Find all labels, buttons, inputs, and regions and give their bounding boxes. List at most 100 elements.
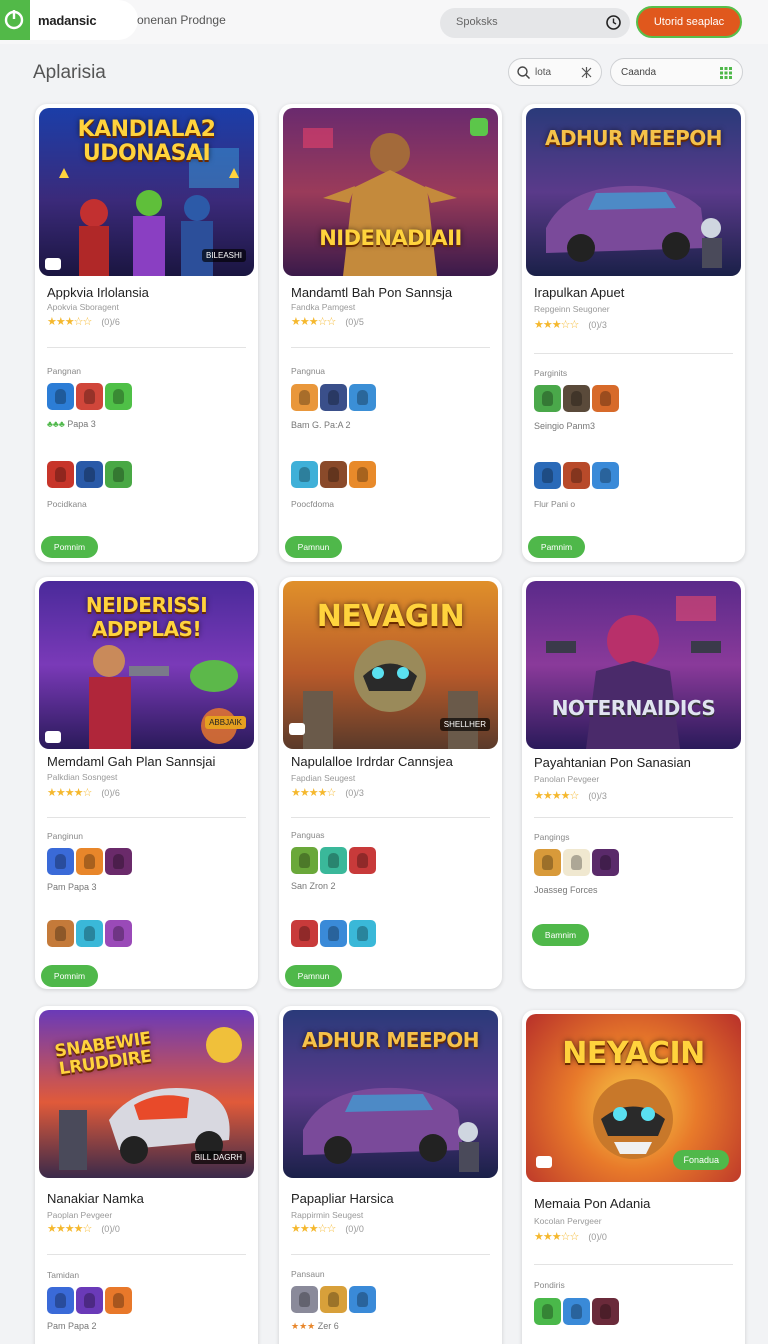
- developer-name: Fandka Pamgest: [291, 302, 356, 312]
- game-thumb-icon[interactable]: [534, 849, 561, 876]
- caption-text: Zer 6: [317, 1321, 339, 1331]
- game-title[interactable]: Papapliar Harsica: [291, 1191, 394, 1206]
- game-card[interactable]: ADHUR MEEPOH Papapliar Harsica Rappirmin…: [279, 1006, 502, 1344]
- game-card[interactable]: NEVAGIN SHELLHER Napulalloe Irdrdar Cann…: [279, 577, 502, 989]
- caption: Pam Papa 3: [47, 882, 97, 892]
- stars: ★★★☆☆: [47, 316, 92, 328]
- game-thumb-icon[interactable]: [563, 1298, 590, 1325]
- cover-pill-button[interactable]: Fonadua: [673, 1150, 729, 1170]
- game-thumb-icon[interactable]: [291, 847, 318, 874]
- section-label: Panginun: [47, 831, 83, 841]
- game-thumb-icon[interactable]: [320, 461, 347, 488]
- filter-input[interactable]: lota: [508, 58, 602, 86]
- game-cover-image[interactable]: KANDIALA2 UDONASAI BILEASHI: [39, 108, 254, 276]
- game-card[interactable]: KANDIALA2 UDONASAI BILEASHI Appkvia Irlo…: [35, 104, 258, 562]
- game-thumb-icon[interactable]: [349, 384, 376, 411]
- game-thumb-icon[interactable]: [76, 848, 103, 875]
- game-thumb-icon[interactable]: [76, 461, 103, 488]
- game-title[interactable]: Nanakiar Namka: [47, 1191, 144, 1206]
- game-thumb-icon[interactable]: [47, 848, 74, 875]
- game-thumb-icon[interactable]: [47, 1287, 74, 1314]
- game-thumb-icon[interactable]: [291, 920, 318, 947]
- rating-count: (0)/3: [588, 320, 607, 330]
- game-thumb-icon[interactable]: [592, 1298, 619, 1325]
- game-title[interactable]: Napulalloe Irdrdar Cannsjea: [291, 754, 453, 769]
- game-cover-image[interactable]: NIDENADIAII: [283, 108, 498, 276]
- game-thumb-icon[interactable]: [291, 461, 318, 488]
- game-card[interactable]: NEYACIN Fonadua Memaia Pon Adania Kocola…: [522, 1010, 745, 1344]
- game-thumb-icon[interactable]: [349, 920, 376, 947]
- game-cover-image[interactable]: ADHUR MEEPOH: [526, 108, 741, 276]
- game-thumb-icon[interactable]: [76, 1287, 103, 1314]
- game-thumb-icon[interactable]: [320, 920, 347, 947]
- game-thumb-icon[interactable]: [105, 461, 132, 488]
- related-icons: [291, 384, 376, 411]
- play-button[interactable]: Pomnim: [41, 965, 98, 987]
- play-button[interactable]: Pamnun: [285, 536, 342, 558]
- game-cover-image[interactable]: NEYACIN Fonadua: [526, 1014, 741, 1182]
- brand-logo[interactable]: madansic: [0, 0, 138, 40]
- game-title[interactable]: Memaia Pon Adania: [534, 1196, 650, 1211]
- game-cover-image[interactable]: NOTERNAIDICS: [526, 581, 741, 749]
- game-thumb-icon[interactable]: [320, 1286, 347, 1313]
- rating-count: (0)/0: [101, 1224, 120, 1234]
- game-title[interactable]: Payahtanian Pon Sanasian: [534, 755, 691, 770]
- game-thumb-icon[interactable]: [563, 385, 590, 412]
- grid-view-icon[interactable]: [720, 67, 732, 79]
- game-thumb-icon[interactable]: [47, 461, 74, 488]
- game-card[interactable]: NEIDERISSI ADPPLAS! ABBJAIK Memdaml Gah …: [35, 577, 258, 989]
- game-thumb-icon[interactable]: [47, 383, 74, 410]
- game-thumb-icon[interactable]: [563, 462, 590, 489]
- game-card[interactable]: NOTERNAIDICS Payahtanian Pon Sanasian Pa…: [522, 577, 745, 989]
- game-thumb-icon[interactable]: [534, 462, 561, 489]
- game-thumb-icon[interactable]: [563, 849, 590, 876]
- game-thumb-icon[interactable]: [320, 847, 347, 874]
- play-button[interactable]: Pamnim: [528, 536, 585, 558]
- game-thumb-icon[interactable]: [76, 920, 103, 947]
- game-card[interactable]: NIDENADIAII Mandamtl Bah Pon Sannsja Fan…: [279, 104, 502, 562]
- game-card[interactable]: ADHUR MEEPOH Irapulkan Apuet Repgeinn Se…: [522, 104, 745, 562]
- game-thumb-icon[interactable]: [291, 384, 318, 411]
- game-thumb-icon[interactable]: [105, 848, 132, 875]
- clear-icon[interactable]: [579, 65, 594, 80]
- divider: [534, 353, 733, 354]
- game-thumb-icon[interactable]: [592, 849, 619, 876]
- game-thumb-icon[interactable]: [320, 384, 347, 411]
- divider: [47, 347, 246, 348]
- play-button[interactable]: Pomnim: [41, 536, 98, 558]
- game-thumb-icon[interactable]: [534, 1298, 561, 1325]
- rating-count: (0)/6: [101, 788, 120, 798]
- game-thumb-icon[interactable]: [105, 1287, 132, 1314]
- cover-title: NEIDERISSI ADPPLAS!: [85, 593, 208, 641]
- category-select[interactable]: Caanda: [610, 58, 743, 86]
- game-title[interactable]: Irapulkan Apuet: [534, 285, 624, 300]
- game-card[interactable]: SNABEWIE LRUDDIRE BILL DAGRH Nanakiar Na…: [35, 1006, 258, 1344]
- search-input[interactable]: Spoksks: [440, 8, 630, 38]
- game-thumb-icon[interactable]: [47, 920, 74, 947]
- game-thumb-icon[interactable]: [592, 462, 619, 489]
- stars: ★★★☆☆: [291, 316, 336, 328]
- game-thumb-icon[interactable]: [76, 383, 103, 410]
- game-thumb-icon[interactable]: [105, 383, 132, 410]
- game-cover-image[interactable]: NEVAGIN SHELLHER: [283, 581, 498, 749]
- game-cover-image[interactable]: NEIDERISSI ADPPLAS! ABBJAIK: [39, 581, 254, 749]
- cta-button[interactable]: Utorid seaplac: [636, 6, 742, 38]
- game-thumb-icon[interactable]: [105, 920, 132, 947]
- game-thumb-icon[interactable]: [291, 1286, 318, 1313]
- game-thumb-icon[interactable]: [349, 847, 376, 874]
- play-button[interactable]: Bamnim: [532, 924, 589, 946]
- game-thumb-icon[interactable]: [349, 1286, 376, 1313]
- game-thumb-icon[interactable]: [349, 461, 376, 488]
- game-cover-image[interactable]: SNABEWIE LRUDDIRE BILL DAGRH: [39, 1010, 254, 1178]
- play-button[interactable]: Pamnun: [285, 965, 342, 987]
- game-title[interactable]: Appkvia Irlolansia: [47, 285, 149, 300]
- game-thumb-icon[interactable]: [592, 385, 619, 412]
- developer-name: Paoplan Pevgeer: [47, 1210, 113, 1220]
- game-title[interactable]: Memdaml Gah Plan Sannsjai: [47, 754, 215, 769]
- game-cover-image[interactable]: ADHUR MEEPOH: [283, 1010, 498, 1178]
- game-thumb-icon[interactable]: [534, 385, 561, 412]
- cover-badge: ABBJAIK: [205, 716, 246, 729]
- clock-icon[interactable]: [605, 14, 622, 31]
- rating-stars: ★★★★☆ (0)/3: [534, 789, 607, 802]
- game-title[interactable]: Mandamtl Bah Pon Sannsja: [291, 285, 452, 300]
